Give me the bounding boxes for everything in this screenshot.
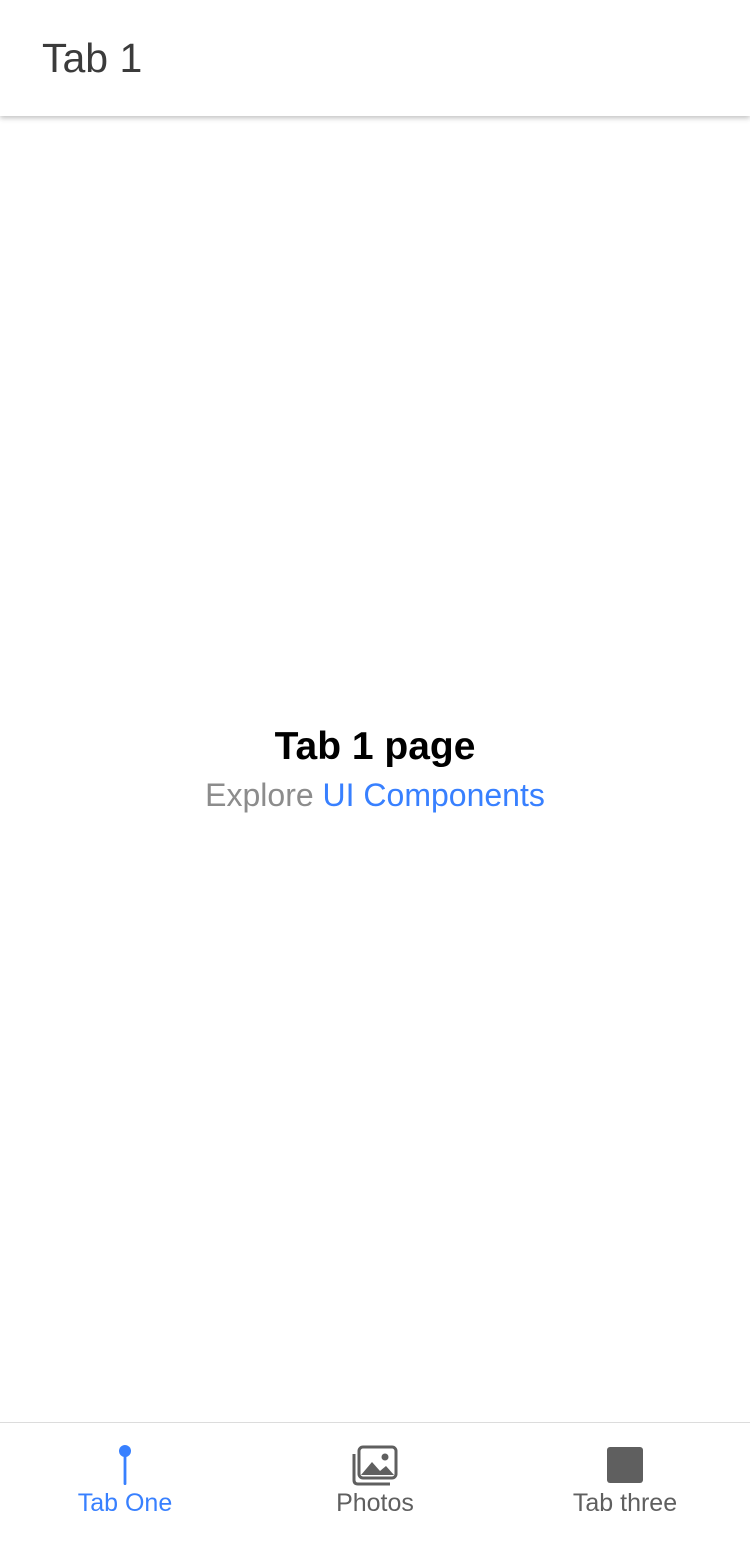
square-icon <box>600 1443 650 1487</box>
tab-one[interactable]: Tab One <box>0 1423 250 1541</box>
tab-one-label: Tab One <box>77 1489 173 1517</box>
explore-text: Explore <box>205 777 314 813</box>
explore-container: Tab 1 page Explore UI Components <box>0 722 750 816</box>
app-root: Tab 1 Tab 1 page Explore UI Components T… <box>0 0 750 1541</box>
pin-icon <box>100 1443 150 1487</box>
toolbar-header: Tab 1 <box>0 0 750 116</box>
ui-components-link[interactable]: UI Components <box>323 777 545 813</box>
page-heading: Tab 1 page <box>274 725 476 768</box>
tab-bar: Tab One Photos Tab three <box>0 1422 750 1541</box>
page-title: Tab 1 <box>42 35 143 81</box>
tab-photos-label: Photos <box>336 1489 414 1517</box>
images-icon <box>350 1443 400 1487</box>
tab-three[interactable]: Tab three <box>500 1423 750 1541</box>
content-area: Tab 1 page Explore UI Components <box>0 118 750 1422</box>
tab-three-label: Tab three <box>572 1489 678 1517</box>
explore-line: Explore UI Components <box>0 774 750 816</box>
tab-photos[interactable]: Photos <box>250 1423 500 1541</box>
